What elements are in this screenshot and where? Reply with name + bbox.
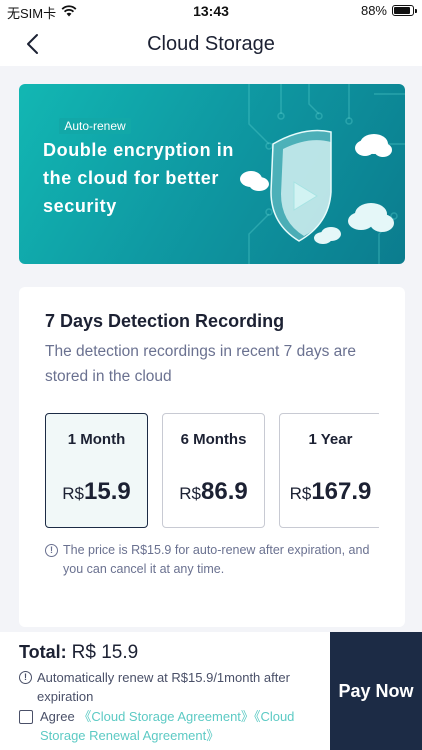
plan-amount: 86.9 [201,478,248,505]
agree-checkbox[interactable] [19,710,33,724]
price-note: ! The price is R$15.9 for auto-renew aft… [45,541,385,579]
price-note-text: The price is R$15.9 for auto-renew after… [63,543,370,576]
plan-name: 1 Year [308,431,353,448]
banner-text: Double encryption in the cloud for bette… [43,140,235,216]
renew-note-text: Automatically renew at R$15.9/1month aft… [37,670,290,704]
total-value: R$ 15.9 [71,642,139,663]
plan-price: R$167.9 [280,478,379,506]
agree-label: Agree [40,709,75,724]
plan-options: 1 Month R$15.9 6 Months R$86.9 1 Year R$… [45,413,379,528]
plan-currency: R$ [289,484,312,503]
plan-option-6-months[interactable]: 6 Months R$86.9 [162,413,265,528]
battery-icon [392,5,417,16]
status-time: 13:43 [193,3,229,19]
plan-currency: R$ [179,484,201,503]
plan-card-title: 7 Days Detection Recording [45,311,285,331]
status-right: 88% [360,3,417,18]
battery-fill [394,7,410,14]
info-icon: ! [45,544,58,557]
plan-name: 6 Months [180,431,247,448]
plan-name: 1 Month [67,431,126,448]
auto-renew-badge: Auto-renew [59,118,131,134]
total-label: Total: [19,642,67,662]
pay-now-button[interactable]: Pay Now [330,632,422,750]
plan-card-description: The detection recordings in recent 7 day… [45,343,357,385]
plan-option-1-month[interactable]: 1 Month R$15.9 [45,413,148,528]
checkout-bar: Total: R$ 15.9 ! Automatically renew at … [0,632,422,750]
plan-price: R$15.9 [46,478,147,506]
agreement-row: Agree 《Cloud Storage Agreement》《Cloud St… [19,707,319,745]
promo-banner: Double encryption in the cloud for bette… [19,84,405,264]
plan-card: 7 Days Detection Recording The detection… [19,287,405,627]
plan-amount: 167.9 [311,478,372,505]
plan-currency: R$ [62,484,84,503]
renew-note: ! Automatically renew at R$15.9/1month a… [19,668,309,706]
info-icon: ! [19,671,32,684]
page-title: Cloud Storage [147,33,275,55]
nav-bar: Cloud Storage [0,22,422,66]
status-bar: 无SIM卡 13:43 88% [0,0,422,22]
battery-percent: 88% [360,3,387,18]
plan-option-1-year[interactable]: 1 Year R$167.9 [279,413,379,528]
plan-amount: 15.9 [84,478,131,505]
plan-price: R$86.9 [163,478,264,506]
cloud-storage-agreement-link[interactable]: 《Cloud Storage Agreement》 [78,709,254,724]
total: Total: R$ 15.9 [19,642,138,664]
